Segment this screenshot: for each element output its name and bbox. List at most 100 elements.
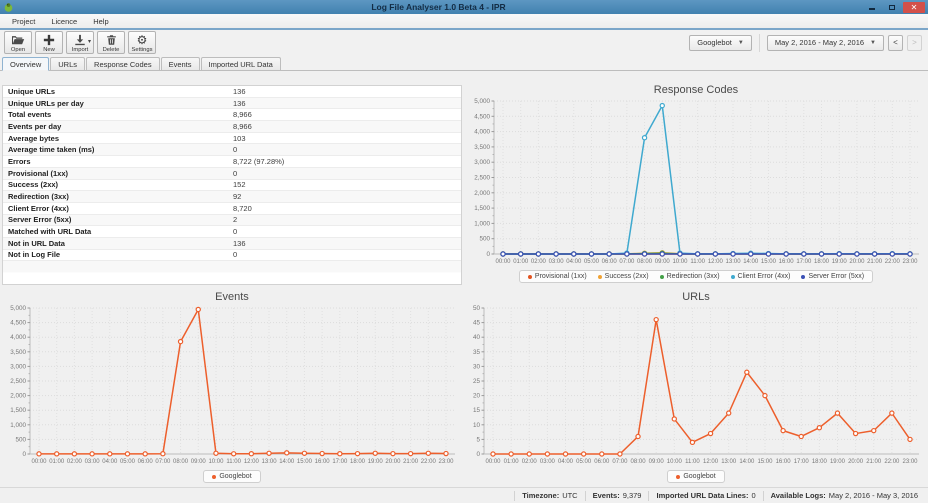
svg-text:03:00: 03:00 — [549, 259, 565, 265]
metric-label: Not in URL Data — [8, 238, 65, 248]
svg-text:16:00: 16:00 — [776, 459, 792, 465]
metric-value: 136 — [233, 86, 246, 96]
date-range-dropdown[interactable]: May 2, 2016 - May 2, 2016 ▼ — [766, 34, 884, 51]
svg-text:5,000: 5,000 — [10, 305, 26, 312]
legend-marker-icon — [730, 274, 735, 279]
svg-text:15:00: 15:00 — [761, 259, 777, 265]
svg-text:0: 0 — [22, 451, 26, 458]
svg-text:1,500: 1,500 — [10, 407, 26, 414]
status-segment: Imported URL Data Lines: 0 — [648, 490, 762, 501]
metric-label: Server Error (5xx) — [8, 215, 72, 225]
svg-text:16:00: 16:00 — [779, 259, 795, 265]
svg-text:09:00: 09:00 — [655, 259, 671, 265]
svg-text:20:00: 20:00 — [385, 459, 401, 465]
restore-icon — [889, 4, 895, 10]
title-bar: Log File Analyser 1.0 Beta 4 - IPR ✕ — [0, 0, 928, 14]
svg-text:06:00: 06:00 — [594, 459, 610, 465]
svg-text:14:00: 14:00 — [743, 259, 759, 265]
svg-text:4,500: 4,500 — [474, 113, 490, 120]
app-icon — [3, 2, 14, 13]
svg-text:07:00: 07:00 — [619, 259, 635, 265]
tab-events[interactable]: Events — [160, 57, 200, 70]
legend-item[interactable]: Success (2xx) — [597, 273, 649, 280]
svg-text:19:00: 19:00 — [368, 459, 384, 465]
legend-item[interactable]: Client Error (4xx) — [730, 273, 790, 280]
prev-date-button[interactable]: < — [888, 34, 903, 51]
table-row: Total events 8,966 — [3, 109, 461, 122]
table-row: Average time taken (ms) 0 — [3, 144, 461, 157]
status-segment: Available Logs: May 2, 2016 - May 3, 201… — [762, 490, 925, 501]
minimize-button[interactable] — [863, 2, 881, 13]
svg-text:11:00: 11:00 — [685, 459, 700, 465]
settings-button[interactable]: ⚙ ▾ Settings — [128, 31, 156, 54]
metric-value: 8,720 — [233, 203, 252, 213]
svg-text:03:00: 03:00 — [85, 459, 101, 465]
chart-legend: Googlebot — [667, 470, 725, 483]
svg-text:22:00: 22:00 — [885, 259, 901, 265]
svg-text:19:00: 19:00 — [830, 459, 846, 465]
svg-text:17:00: 17:00 — [794, 459, 810, 465]
svg-text:20:00: 20:00 — [848, 459, 864, 465]
legend-item[interactable]: Redirection (3xx) — [659, 273, 720, 280]
svg-text:4,000: 4,000 — [474, 129, 490, 136]
next-date-button[interactable]: > — [907, 34, 922, 51]
tab-urls[interactable]: URLs — [50, 57, 86, 70]
svg-text:07:00: 07:00 — [612, 459, 628, 465]
legend-item[interactable]: Googlebot — [676, 473, 716, 480]
metric-label: Redirection (3xx) — [8, 192, 69, 202]
open-button[interactable]: ▾ Open — [4, 31, 32, 54]
events-plot: 0 500 1,000 1,500 2,000 2,500 3,000 3,500 4,000 4… — [0, 303, 464, 469]
svg-text:2,500: 2,500 — [10, 378, 26, 385]
tab-response-codes[interactable]: Response Codes — [86, 57, 160, 70]
svg-text:21:00: 21:00 — [867, 259, 883, 265]
svg-text:0: 0 — [476, 451, 480, 458]
legend-item[interactable]: Googlebot — [212, 473, 252, 480]
table-row: Matched with URL Data 0 — [3, 226, 461, 238]
events-svg: 0 500 1,000 1,500 2,000 2,500 3,000 3,500 4,000 4… — [10, 305, 455, 465]
svg-text:06:00: 06:00 — [602, 259, 618, 265]
svg-text:4,000: 4,000 — [10, 334, 26, 341]
svg-text:03:00: 03:00 — [540, 459, 556, 465]
svg-text:0: 0 — [486, 251, 490, 258]
menu-project[interactable]: Project — [4, 14, 43, 28]
svg-text:25: 25 — [473, 378, 481, 385]
legend-item[interactable]: Provisional (1xx) — [527, 273, 587, 280]
svg-text:2,500: 2,500 — [474, 175, 490, 182]
svg-text:21:00: 21:00 — [866, 459, 882, 465]
svg-text:35: 35 — [473, 349, 481, 356]
chevron-down-icon: ▼ — [737, 39, 744, 46]
close-button[interactable]: ✕ — [903, 1, 925, 13]
new-button[interactable]: ▾ New — [35, 31, 63, 54]
metric-value: 0 — [233, 227, 238, 237]
menu-help[interactable]: Help — [85, 14, 116, 28]
metric-label: Unique URLs per day — [8, 98, 84, 108]
svg-text:10:00: 10:00 — [672, 259, 688, 265]
gear-icon: ⚙ — [136, 32, 148, 47]
user-agent-dropdown[interactable]: Googlebot ▼ — [689, 34, 752, 51]
table-row: Server Error (5xx) 2 — [3, 214, 461, 227]
table-row: Errors 8,722 (97.28%) — [3, 156, 461, 168]
table-row: Average bytes 103 — [3, 133, 461, 145]
response-codes-plot: 0 500 1,000 1,500 2,000 2,500 3,000 3,500 4,000 4… — [464, 96, 928, 269]
legend-marker-icon — [659, 274, 664, 279]
chart-legend: Googlebot — [203, 470, 261, 483]
import-button[interactable]: ▾ Import — [66, 31, 94, 54]
status-segment: Events: 9,379 — [584, 490, 649, 501]
tab-overview[interactable]: Overview — [2, 57, 50, 71]
svg-text:3,500: 3,500 — [474, 144, 490, 151]
svg-text:12:00: 12:00 — [703, 459, 719, 465]
app-window: Log File Analyser 1.0 Beta 4 - IPR ✕ Pro… — [0, 0, 928, 503]
legend-item[interactable]: Server Error (5xx) — [801, 273, 864, 280]
response-codes-chart: Response Codes 0 500 1,000 1,500 2,000 2,500 3… — [464, 71, 928, 287]
tab-imported-url-data[interactable]: Imported URL Data — [200, 57, 281, 70]
delete-button[interactable]: ▾ Delete — [97, 31, 125, 54]
svg-text:5,000: 5,000 — [474, 98, 490, 105]
svg-text:09:00: 09:00 — [191, 459, 207, 465]
legend-marker-icon — [212, 474, 217, 479]
restore-button[interactable] — [883, 2, 901, 13]
menu-licence[interactable]: Licence — [43, 14, 85, 28]
chevron-down-icon: ▼ — [870, 39, 876, 46]
svg-text:18:00: 18:00 — [812, 459, 828, 465]
chart-title: URLs — [682, 291, 710, 303]
svg-text:14:00: 14:00 — [279, 459, 295, 465]
